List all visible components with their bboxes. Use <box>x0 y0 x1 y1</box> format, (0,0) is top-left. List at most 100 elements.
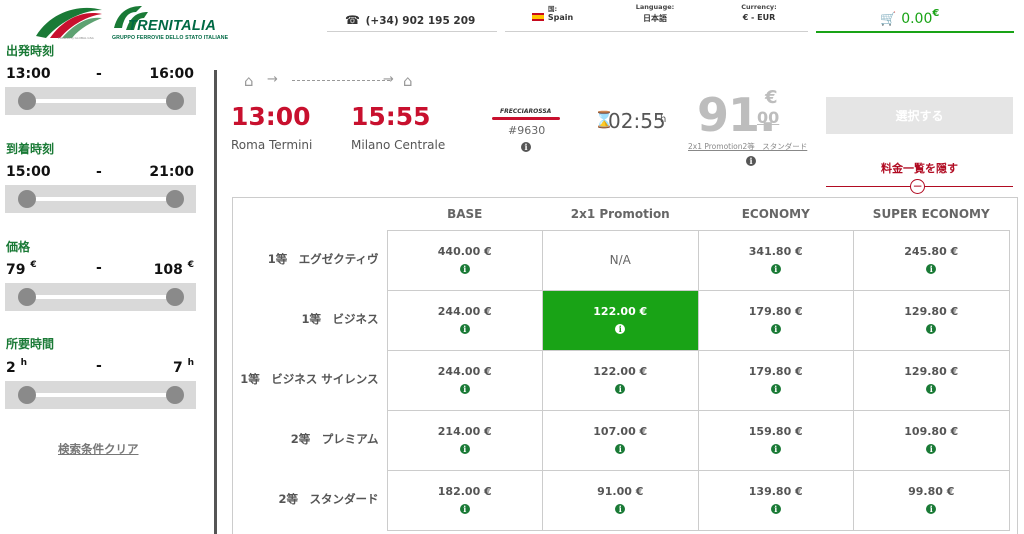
departure-slider[interactable] <box>5 87 196 115</box>
fare-info-icon[interactable]: i <box>615 504 626 514</box>
fare-column-header: ECONOMY <box>741 206 810 221</box>
fare-cell[interactable]: 244.00 € i <box>386 349 543 411</box>
fare-info-icon[interactable]: i <box>770 504 781 514</box>
fare-cell[interactable]: 179.80 € i <box>697 289 854 351</box>
slider-max-handle[interactable] <box>166 288 184 306</box>
slider-min-handle[interactable] <box>18 190 36 208</box>
lowest-price-cents: 00 <box>757 108 780 127</box>
fare-info-icon[interactable]: i <box>615 324 626 334</box>
fare-info-icon[interactable]: i <box>926 324 937 334</box>
fare-info-icon[interactable]: i <box>459 264 470 274</box>
fare-info-icon[interactable]: i <box>459 324 470 334</box>
brand-name: TRENITALIA <box>128 18 217 34</box>
lowest-price-class[interactable]: 2x1 Promotion2等 スタンダード <box>688 141 807 152</box>
arrival-min: 15:00 <box>6 164 51 180</box>
fare-price: 122.00 € <box>593 305 648 318</box>
fare-table: BASE 2x1 Promotion ECONOMY SUPER ECONOMY 1等… <box>232 198 1010 531</box>
fare-info-icon[interactable]: i <box>459 384 470 394</box>
fare-price: 341.80 € <box>748 245 803 258</box>
cart-amount: 0.00 <box>901 11 933 27</box>
frecciarossa-logo: FRECCIAROSSA <box>492 108 560 124</box>
fare-info-icon[interactable]: i <box>459 504 470 514</box>
fare-info-icon[interactable]: i <box>770 324 781 334</box>
filter-sidebar: 出発時刻 13:00 - 16:00 到着時刻 15:00 - 21:00 価格… <box>0 38 200 534</box>
slider-max-handle[interactable] <box>166 92 184 110</box>
fare-cell[interactable]: 109.80 € i <box>853 409 1010 471</box>
fare-cell[interactable]: 440.00 € i <box>386 229 543 291</box>
currency-label: Currency: <box>741 3 777 11</box>
fare-cell[interactable]: 159.80 € i <box>697 409 854 471</box>
train-info-icon[interactable]: i <box>521 142 531 152</box>
fare-cell[interactable]: 122.00 € i <box>542 349 699 411</box>
fare-price: 109.80 € <box>904 425 959 438</box>
fare-info-icon[interactable]: i <box>459 444 470 454</box>
range-separator: - <box>96 260 102 276</box>
price-min: 79 <box>6 262 26 278</box>
fare-price: 122.00 € <box>593 365 648 378</box>
currency-selector[interactable]: Currency: € - EUR <box>710 0 808 32</box>
fare-cell[interactable]: 341.80 € i <box>697 229 854 291</box>
vertical-divider <box>214 70 217 534</box>
fare-info-icon[interactable]: i <box>926 264 937 274</box>
duration-slider[interactable] <box>5 381 196 409</box>
hide-fares-link[interactable]: 料金一覧を隠す <box>826 160 1013 176</box>
fare-info-icon[interactable]: i <box>926 444 937 454</box>
departure-station: Roma Termini <box>231 138 313 152</box>
fare-price: 245.80 € <box>904 245 959 258</box>
fare-info-icon[interactable]: i <box>926 384 937 394</box>
fare-cell[interactable]: 214.00 € i <box>386 409 543 471</box>
language-label: Language: <box>635 3 675 11</box>
fare-price: 179.80 € <box>748 365 803 378</box>
fare-info-icon[interactable]: i <box>770 444 781 454</box>
fare-cell[interactable]: 99.80 € i <box>853 469 1010 531</box>
price-filter-title: 価格 <box>6 240 31 254</box>
shopping-cart-icon: 🛒 <box>880 12 897 27</box>
slider-min-handle[interactable] <box>18 288 36 306</box>
phone-icon: ☎ <box>345 13 360 27</box>
fare-cell[interactable]: 179.80 € i <box>697 349 854 411</box>
cart-currency: € <box>932 8 940 19</box>
price-slider[interactable] <box>5 283 196 311</box>
fare-cell[interactable]: 122.00 € i <box>542 289 699 351</box>
fare-cell[interactable]: 91.00 € i <box>542 469 699 531</box>
fare-cell[interactable]: 107.00 € i <box>542 409 699 471</box>
fare-cell[interactable]: 139.80 € i <box>697 469 854 531</box>
phone-box[interactable]: ☎ (+34) 902 195 209 <box>327 0 497 32</box>
arrival-slider[interactable] <box>5 185 196 213</box>
fare-info-icon[interactable]: i <box>615 444 626 454</box>
powered-by: Powered by GLOBAL GSA <box>58 36 94 40</box>
language-selector[interactable]: Language: 日本語 <box>600 0 710 32</box>
fare-cell[interactable]: 244.00 € i <box>386 289 543 351</box>
fare-info-icon[interactable]: i <box>926 504 937 514</box>
slider-min-handle[interactable] <box>18 92 36 110</box>
arrow-right-icon: → <box>383 72 394 87</box>
fare-info-icon[interactable]: i <box>770 384 781 394</box>
fare-cell[interactable]: 129.80 € i <box>853 289 1010 351</box>
fare-info-icon[interactable]: i <box>615 384 626 394</box>
fare-price: 244.00 € <box>437 365 492 378</box>
fare-price: 129.80 € <box>904 365 959 378</box>
fare-row: 1等 ビジネス サイレンス 244.00 € i 122.00 € i 179.80 € i… <box>232 349 1010 411</box>
country-selector[interactable]: 国: Spain <box>505 0 600 32</box>
slider-max-handle[interactable] <box>166 190 184 208</box>
fare-cell[interactable]: 129.80 € i <box>853 349 1010 411</box>
departure-max: 16:00 <box>149 66 194 82</box>
duration-unit: h <box>187 358 194 368</box>
top-header: TRENITALIA GRUPPO FERROVIE DELLO STATO I… <box>0 0 1024 41</box>
clear-filters-link[interactable]: 検索条件クリア <box>58 441 139 457</box>
collapse-minus-icon[interactable]: − <box>910 179 925 194</box>
spain-flag-icon <box>531 13 544 21</box>
arrival-max: 21:00 <box>149 164 194 180</box>
fare-info-icon[interactable]: i <box>770 264 781 274</box>
slider-max-handle[interactable] <box>166 386 184 404</box>
slider-min-handle[interactable] <box>18 386 36 404</box>
phone-number: (+34) 902 195 209 <box>365 15 476 27</box>
fare-price: 107.00 € <box>593 425 648 438</box>
fare-cell[interactable]: 245.80 € i <box>853 229 1010 291</box>
fare-cell[interactable]: 182.00 € i <box>386 469 543 531</box>
fare-row: 2等 プレミアム 214.00 € i 107.00 € i 159.80 € i 109.8… <box>232 409 1010 471</box>
select-button[interactable]: 選択する <box>826 97 1013 134</box>
country-value: Spain <box>547 13 574 22</box>
price-info-icon[interactable]: i <box>746 156 756 166</box>
cart-button[interactable]: 🛒 0.00€ <box>816 0 1014 33</box>
